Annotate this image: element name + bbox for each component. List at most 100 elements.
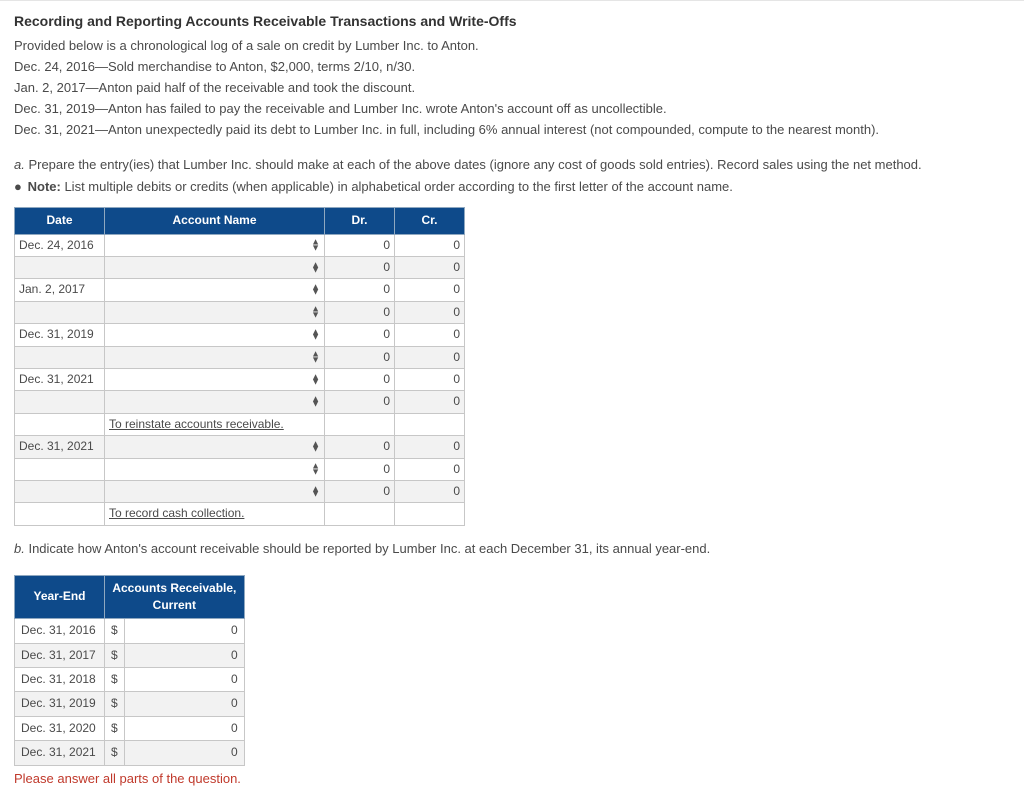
yearend-cell: Dec. 31, 2016	[15, 619, 105, 643]
debit-cell[interactable]: 0	[325, 301, 395, 323]
yearend-cell: Dec. 31, 2018	[15, 668, 105, 692]
note-label: Note:	[28, 179, 61, 194]
date-cell	[15, 480, 105, 502]
bullet-icon: ●	[14, 178, 24, 197]
account-cell[interactable]: ▲▼	[105, 458, 325, 480]
ar-value-cell[interactable]: 0	[124, 716, 244, 740]
table-row: ▲▼ 00	[15, 301, 465, 323]
table-row: Dec. 31, 2021 ▲▼ 00	[15, 436, 465, 458]
debit-cell[interactable]: 0	[325, 458, 395, 480]
col-header-yearend: Year-End	[15, 575, 105, 619]
credit-cell[interactable]: 0	[395, 458, 465, 480]
credit-cell	[395, 503, 465, 525]
credit-cell[interactable]: 0	[395, 324, 465, 346]
sort-icon[interactable]: ▲▼	[311, 262, 320, 273]
account-cell[interactable]: ▲▼	[105, 436, 325, 458]
account-cell[interactable]: ▲▼	[105, 256, 325, 278]
sort-icon[interactable]: ▲▼	[311, 464, 320, 475]
currency-symbol: $	[105, 619, 125, 643]
credit-cell[interactable]: 0	[395, 368, 465, 390]
date-cell	[15, 391, 105, 413]
table-row: Dec. 31, 2019▲▼00	[15, 324, 465, 346]
ar-value-cell[interactable]: 0	[124, 643, 244, 667]
table-row: Dec. 24, 2016 ▲▼ 00	[15, 234, 465, 256]
credit-cell[interactable]: 0	[395, 301, 465, 323]
debit-cell[interactable]: 0	[325, 234, 395, 256]
account-cell[interactable]: ▲▼	[105, 234, 325, 256]
date-cell: Dec. 24, 2016	[15, 234, 105, 256]
currency-symbol: $	[105, 741, 125, 765]
event-line: Dec. 31, 2021—Anton unexpectedly paid it…	[14, 121, 1010, 140]
account-cell[interactable]: ▲▼	[105, 301, 325, 323]
sort-icon[interactable]: ▲▼	[311, 352, 320, 363]
event-line: Dec. 31, 2019—Anton has failed to pay th…	[14, 100, 1010, 119]
debit-cell[interactable]: 0	[325, 324, 395, 346]
account-cell: To record cash collection.	[105, 503, 325, 525]
sort-icon[interactable]: ▲▼	[311, 285, 320, 296]
table-row: Dec. 31, 2016$0	[15, 619, 245, 643]
table-row: Jan. 2, 2017▲▼00	[15, 279, 465, 301]
date-cell	[15, 458, 105, 480]
ar-value-cell[interactable]: 0	[124, 619, 244, 643]
debit-cell[interactable]: 0	[325, 391, 395, 413]
credit-cell[interactable]: 0	[395, 256, 465, 278]
journal-table: Date Account Name Dr. Cr. Dec. 24, 2016▲…	[14, 207, 465, 525]
sort-icon[interactable]: ▲▼	[311, 329, 320, 340]
credit-cell[interactable]: 0	[395, 346, 465, 368]
part-b-prompt: b. Indicate how Anton's account receivab…	[14, 540, 1010, 559]
note-line: ● Note: List multiple debits or credits …	[14, 178, 1010, 197]
yearend-cell: Dec. 31, 2020	[15, 716, 105, 740]
ar-value-cell[interactable]: 0	[124, 668, 244, 692]
balances-table: Year-End Accounts Receivable, Current De…	[14, 575, 245, 766]
credit-cell	[395, 413, 465, 435]
date-cell	[15, 503, 105, 525]
journal-note: To reinstate accounts receivable.	[109, 417, 284, 431]
debit-cell[interactable]: 0	[325, 436, 395, 458]
sort-icon[interactable]: ▲▼	[311, 307, 320, 318]
credit-cell[interactable]: 0	[395, 234, 465, 256]
credit-cell[interactable]: 0	[395, 480, 465, 502]
col-header-dr: Dr.	[325, 208, 395, 234]
yearend-cell: Dec. 31, 2021	[15, 741, 105, 765]
table-row: ▲▼ 00	[15, 391, 465, 413]
currency-symbol: $	[105, 643, 125, 667]
sort-icon[interactable]: ▲▼	[311, 374, 320, 385]
debit-cell[interactable]: 0	[325, 368, 395, 390]
part-b-text: Indicate how Anton's account receivable …	[25, 541, 710, 556]
table-row: Dec. 31, 2021$0	[15, 741, 245, 765]
debit-cell[interactable]: 0	[325, 256, 395, 278]
credit-cell[interactable]: 0	[395, 391, 465, 413]
account-cell[interactable]: ▲▼	[105, 346, 325, 368]
sort-icon[interactable]: ▲▼	[311, 441, 320, 452]
sort-icon[interactable]: ▲▼	[311, 240, 320, 251]
sort-icon[interactable]: ▲▼	[311, 397, 320, 408]
table-row: To reinstate accounts receivable.	[15, 413, 465, 435]
date-cell: Dec. 31, 2021	[15, 368, 105, 390]
credit-cell[interactable]: 0	[395, 279, 465, 301]
ar-value-cell[interactable]: 0	[124, 741, 244, 765]
account-cell[interactable]: ▲▼	[105, 391, 325, 413]
validation-warning: Please answer all parts of the question.	[14, 770, 1010, 789]
table-row: Dec. 31, 2019$0	[15, 692, 245, 716]
debit-cell[interactable]: 0	[325, 346, 395, 368]
debit-cell[interactable]: 0	[325, 279, 395, 301]
account-cell: To reinstate accounts receivable.	[105, 413, 325, 435]
table-row: Dec. 31, 2020$0	[15, 716, 245, 740]
debit-cell[interactable]: 0	[325, 480, 395, 502]
date-cell	[15, 256, 105, 278]
ar-value-cell[interactable]: 0	[124, 692, 244, 716]
part-b-prefix: b.	[14, 541, 25, 556]
intro-text: Provided below is a chronological log of…	[14, 37, 1010, 56]
credit-cell[interactable]: 0	[395, 436, 465, 458]
table-row: Dec. 31, 2018$0	[15, 668, 245, 692]
table-row: To record cash collection.	[15, 503, 465, 525]
col-header-cr: Cr.	[395, 208, 465, 234]
sort-icon[interactable]: ▲▼	[311, 486, 320, 497]
account-cell[interactable]: ▲▼	[105, 279, 325, 301]
part-a-prefix: a.	[14, 157, 25, 172]
date-cell: Dec. 31, 2021	[15, 436, 105, 458]
account-cell[interactable]: ▲▼	[105, 480, 325, 502]
account-cell[interactable]: ▲▼	[105, 324, 325, 346]
account-cell[interactable]: ▲▼	[105, 368, 325, 390]
table-row: ▲▼ 00	[15, 256, 465, 278]
